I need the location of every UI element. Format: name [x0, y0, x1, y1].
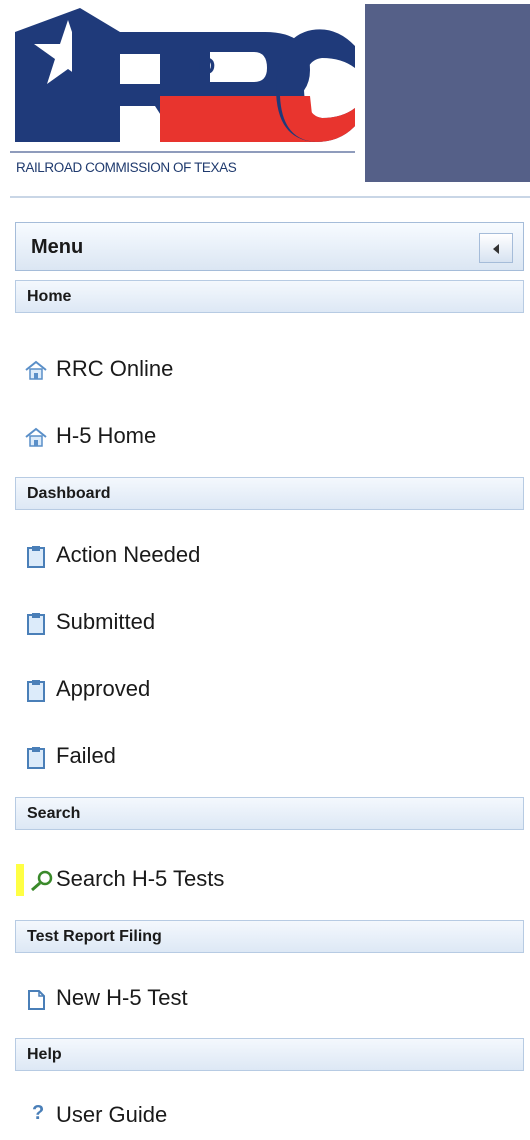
home-icon	[25, 427, 47, 447]
site-header: D RAILROAD COMMISSION OF TEXAS	[0, 0, 530, 195]
question-icon: ?	[32, 1102, 45, 1124]
section-label: Home	[27, 288, 72, 305]
menu-header: Menu	[15, 222, 524, 271]
menu-item-label: Submitted	[56, 609, 156, 634]
header-divider	[10, 196, 530, 198]
page: D RAILROAD COMMISSION OF TEXAS Menu Home…	[0, 0, 530, 1140]
logo-d-letter: D	[198, 53, 215, 80]
section-home: Home	[15, 280, 524, 313]
section-label: Test Report Filing	[27, 928, 162, 945]
menu-item-label: Search H-5 Tests	[56, 866, 225, 891]
section-label: Search	[27, 805, 81, 822]
rrc-logo-graphic: D	[10, 8, 355, 153]
menu-title: Menu	[31, 236, 84, 258]
menu-item-label: H-5 Home	[56, 423, 157, 448]
menu-item-label: RRC Online	[56, 356, 174, 381]
chevron-left-icon	[493, 244, 499, 254]
search-icon	[31, 870, 53, 892]
menu-item-label: Action Needed	[56, 542, 201, 567]
clipboard-icon	[27, 613, 45, 635]
clipboard-icon	[27, 747, 45, 769]
menu-item-label: Failed	[56, 743, 116, 768]
header-banner	[365, 4, 530, 182]
collapse-menu-button[interactable]	[479, 233, 513, 263]
section-help: Help	[15, 1038, 524, 1071]
menu-item-label: Approved	[56, 676, 151, 701]
rrc-logo[interactable]: D RAILROAD COMMISSION OF TEXAS	[10, 2, 355, 185]
new-document-icon	[28, 990, 45, 1010]
clipboard-icon	[27, 546, 45, 568]
section-label: Help	[27, 1046, 62, 1063]
menu-item-search-h5-tests[interactable]: Search H-5 Tests	[16, 864, 224, 896]
menu-item-label: New H-5 Test	[56, 985, 188, 1010]
home-icon	[25, 360, 47, 380]
section-search: Search	[15, 797, 524, 830]
clipboard-icon	[27, 680, 45, 702]
section-dashboard: Dashboard	[15, 477, 524, 510]
section-test-report-filing: Test Report Filing	[15, 920, 524, 953]
logo-caption: RAILROAD COMMISSION OF TEXAS	[16, 160, 237, 175]
menu-item-label: User Guide	[56, 1102, 168, 1127]
section-label: Dashboard	[27, 485, 111, 502]
